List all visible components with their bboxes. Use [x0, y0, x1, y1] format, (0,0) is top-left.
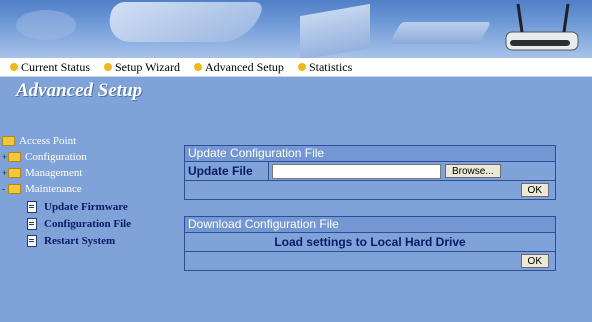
collapse-icon: - — [2, 184, 5, 194]
page-title: Advanced Setup — [16, 80, 143, 101]
banner-decoration — [300, 3, 370, 58]
tree-root-access-point[interactable]: Access Point — [2, 134, 76, 148]
tree-item-restart-system[interactable]: Restart System — [27, 234, 115, 248]
update-file-label: Update File — [185, 162, 269, 180]
update-file-row: Update File Browse... — [185, 162, 555, 181]
nav-current-status[interactable]: Current Status — [10, 60, 90, 75]
tree-folder-management[interactable]: + Management — [2, 166, 82, 180]
download-ok-button[interactable]: OK — [520, 254, 549, 268]
update-file-input[interactable] — [272, 163, 441, 179]
nav-statistics[interactable]: Statistics — [297, 59, 353, 75]
tree-label: Configuration File — [44, 218, 132, 230]
nav-label: Setup Wizard — [115, 59, 180, 74]
panel-title: Download Configuration File — [185, 217, 555, 233]
banner-decoration — [16, 10, 76, 40]
tree-label: Configuration — [25, 151, 87, 163]
banner-decoration — [388, 22, 492, 44]
top-nav: Current Status Setup Wizard Advanced Set… — [0, 58, 592, 77]
panel-title: Update Configuration File — [185, 146, 555, 162]
ok-row: OK — [185, 181, 555, 199]
banner-decoration — [101, 2, 265, 42]
folder-icon — [8, 184, 21, 194]
tree-folder-maintenance[interactable]: - Maintenance — [2, 182, 82, 196]
expand-icon: + — [2, 152, 8, 162]
ok-row: OK — [185, 252, 555, 270]
nav-label: Current Status — [21, 59, 90, 74]
folder-icon — [2, 136, 15, 146]
tree-label: Access Point — [19, 135, 77, 147]
expand-icon: + — [2, 168, 8, 178]
download-description: Load settings to Local Hard Drive — [274, 235, 466, 249]
tree-label: Restart System — [44, 235, 116, 247]
download-text-row: Load settings to Local Hard Drive — [185, 233, 555, 252]
nav-label: Advanced Setup — [204, 59, 284, 74]
header-banner — [0, 0, 592, 58]
folder-icon — [8, 152, 21, 162]
folder-icon — [8, 168, 21, 178]
nav-label: Statistics — [308, 59, 353, 74]
tree-folder-configuration[interactable]: + Configuration — [2, 150, 87, 164]
nav-setup-wizard[interactable]: Setup Wizard — [104, 60, 180, 75]
tree-item-update-firmware[interactable]: Update Firmware — [27, 200, 128, 214]
nav-advanced-setup[interactable]: Advanced Setup — [193, 59, 284, 75]
tree-label: Management — [25, 167, 83, 179]
tree-item-configuration-file[interactable]: Configuration File — [27, 217, 131, 231]
nav-bullet-icon — [104, 63, 112, 71]
document-icon — [27, 235, 37, 247]
tree-label: Maintenance — [25, 183, 82, 195]
document-icon — [27, 201, 37, 213]
update-ok-button[interactable]: OK — [520, 183, 549, 197]
browse-button[interactable]: Browse... — [445, 164, 501, 178]
router-icon — [505, 3, 579, 51]
tree-label: Update Firmware — [44, 201, 128, 213]
nav-bullet-icon — [297, 63, 306, 71]
download-config-panel: Download Configuration File Load setting… — [184, 216, 556, 271]
update-config-panel: Update Configuration File Update File Br… — [184, 145, 556, 200]
document-icon — [27, 218, 37, 230]
nav-bullet-icon — [193, 63, 202, 71]
nav-bullet-icon — [10, 63, 18, 71]
